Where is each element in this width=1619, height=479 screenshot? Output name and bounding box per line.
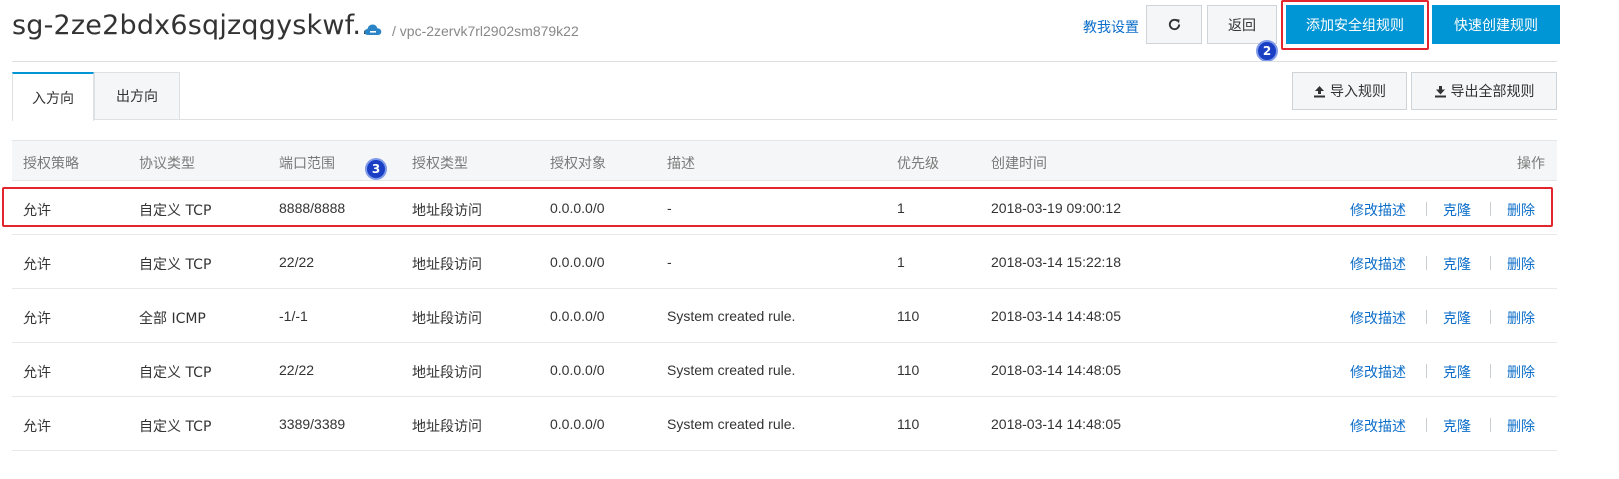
edit-description-link[interactable]: 修改描述 [1350,308,1406,328]
column-header-auth-type: 授权类型 [412,156,468,172]
cell-auth-type: 地址段访问 [412,311,482,327]
export-rules-label: 导出全部规则 [1450,84,1535,100]
action-separator [1426,418,1427,432]
cell-priority: 1 [897,254,905,270]
callout-badge: 3 [367,160,385,178]
clone-link[interactable]: 克隆 [1443,416,1471,436]
cell-protocol: 自定义 TCP [139,419,212,435]
export-rules-button[interactable]: 导出全部规则 [1411,72,1557,110]
header-divider [12,61,1557,62]
cell-policy: 允许 [23,365,51,381]
cloud-icon[interactable] [364,23,382,37]
cell-created: 2018-03-14 15:22:18 [991,254,1121,270]
cell-policy: 允许 [23,257,51,273]
tab-inbound[interactable]: 入方向 [12,72,94,121]
delete-link[interactable]: 删除 [1507,362,1535,382]
tab-outbound[interactable]: 出方向 [94,72,180,120]
clone-link[interactable]: 克隆 [1443,362,1471,382]
cell-protocol: 全部 ICMP [139,311,206,327]
delete-link[interactable]: 删除 [1507,416,1535,436]
cell-policy: 允许 [23,311,51,327]
refresh-button[interactable] [1146,5,1202,44]
cell-policy: 允许 [23,419,51,435]
cell-description: - [667,254,672,270]
upload-icon [1314,85,1325,97]
cell-target: 0.0.0.0/0 [550,362,605,378]
edit-description-link[interactable]: 修改描述 [1350,416,1406,436]
column-header-priority: 优先级 [897,156,939,172]
cell-port: 3389/3389 [279,416,346,432]
cell-target: 0.0.0.0/0 [550,254,605,270]
import-rules-label: 导入规则 [1330,84,1386,100]
cell-priority: 110 [897,308,920,324]
refresh-icon [1168,18,1180,31]
cell-created: 2018-03-14 14:48:05 [991,308,1121,324]
column-header-description: 描述 [667,156,695,172]
action-separator [1426,310,1427,324]
column-header-target: 授权对象 [550,156,606,172]
column-header-policy: 授权策略 [23,156,79,172]
cell-protocol: 自定义 TCP [139,365,212,381]
clone-link[interactable]: 克隆 [1443,308,1471,328]
cell-priority: 110 [897,416,920,432]
cell-description: System created rule. [667,362,796,378]
back-button[interactable]: 返回 [1207,5,1277,44]
cell-priority: 110 [897,362,920,378]
download-icon [1434,85,1446,97]
cell-port: 22/22 [279,362,315,378]
column-header-created: 创建时间 [991,156,1047,172]
tabs-divider [12,119,1557,120]
cell-target: 0.0.0.0/0 [550,416,605,432]
delete-link[interactable]: 删除 [1507,254,1535,274]
cell-protocol: 自定义 TCP [139,257,212,273]
cell-port: -1/-1 [279,308,308,324]
edit-description-link[interactable]: 修改描述 [1350,362,1406,382]
add-rule-highlight [1281,0,1429,50]
cell-created: 2018-03-14 14:48:05 [991,416,1121,432]
clone-link[interactable]: 克隆 [1443,254,1471,274]
cell-description: System created rule. [667,308,796,324]
column-header-protocol: 协议类型 [139,156,195,172]
vpc-id[interactable]: / vpc-2zervk7rl2902sm879k22 [392,23,579,39]
row-highlight [2,187,1553,227]
quick-create-rule-button[interactable]: 快速创建规则 [1432,5,1560,44]
action-separator [1490,310,1491,324]
cell-auth-type: 地址段访问 [412,257,482,273]
cell-auth-type: 地址段访问 [412,365,482,381]
table-header: 授权策略 协议类型 端口范围 授权类型 授权对象 描述 优先级 创建时间 操作 [12,140,1557,181]
action-separator [1490,418,1491,432]
edit-description-link[interactable]: 修改描述 [1350,254,1406,274]
cell-auth-type: 地址段访问 [412,419,482,435]
delete-link[interactable]: 删除 [1507,308,1535,328]
action-separator [1426,256,1427,270]
help-link[interactable]: 教我设置 [1083,17,1139,37]
cell-port: 22/22 [279,254,315,270]
column-header-port: 端口范围 [279,156,335,172]
security-group-title: sg-2ze2bdx6sqjzqgyskwf... [12,10,379,41]
column-header-actions: 操作 [1517,156,1545,172]
table-row [12,235,1557,289]
cell-target: 0.0.0.0/0 [550,308,605,324]
cell-description: System created rule. [667,416,796,432]
callout-badge: 2 [1258,42,1276,60]
import-rules-button[interactable]: 导入规则 [1292,72,1407,110]
action-separator [1490,256,1491,270]
action-separator [1490,364,1491,378]
action-separator [1426,364,1427,378]
cell-created: 2018-03-14 14:48:05 [991,362,1121,378]
